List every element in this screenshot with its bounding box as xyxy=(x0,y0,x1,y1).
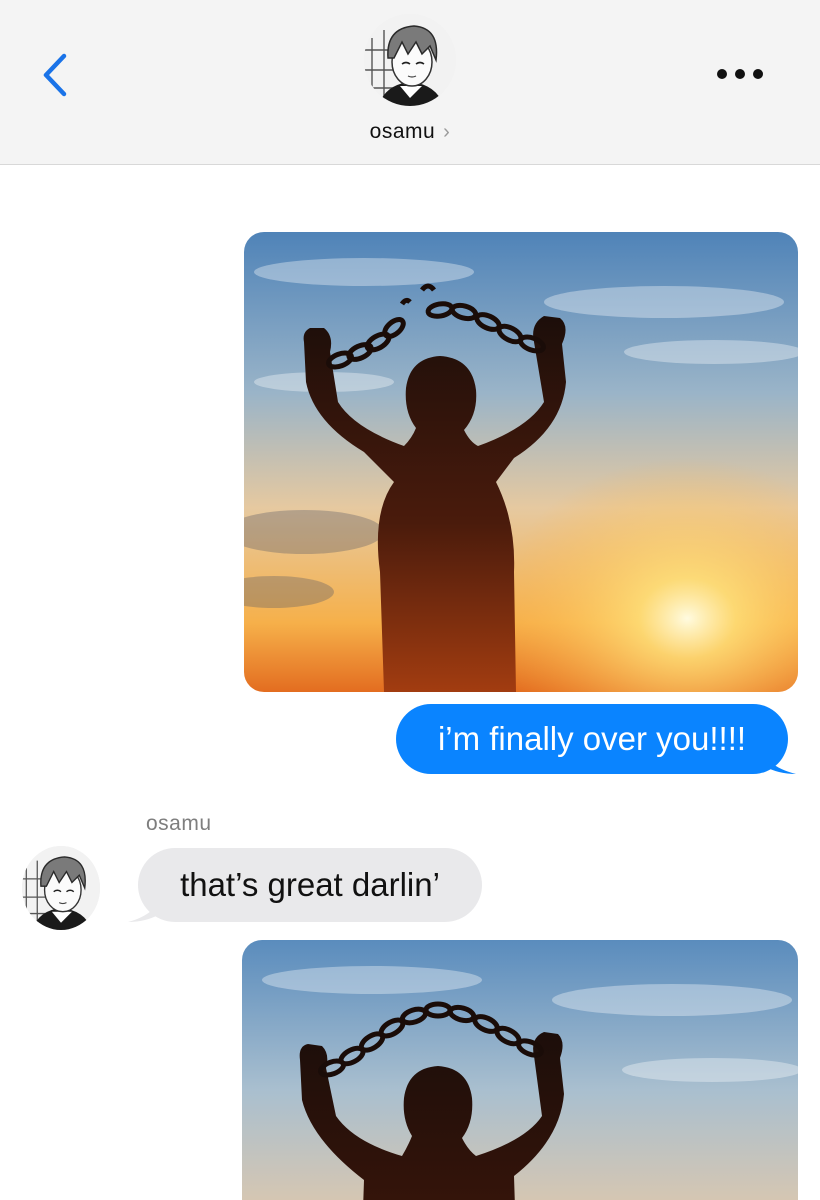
sender-name-label: osamu xyxy=(146,812,212,835)
contact-avatar[interactable] xyxy=(364,14,456,106)
chevron-right-icon: › xyxy=(443,121,451,143)
sent-photo-message[interactable] xyxy=(242,940,798,1200)
back-button[interactable] xyxy=(34,50,78,100)
contact-name-row[interactable]: osamu › xyxy=(0,120,820,144)
chevron-left-icon xyxy=(43,53,67,97)
sent-photo-message[interactable] xyxy=(244,232,798,692)
more-options-button[interactable] xyxy=(712,62,768,86)
received-bubble-text[interactable]: that’s great darlin’ xyxy=(138,848,482,922)
chains-silhouette-image xyxy=(242,940,798,1200)
broken-chains-silhouette-image xyxy=(244,232,798,692)
received-message[interactable]: that’s great darlin’ xyxy=(128,848,484,924)
avatar-illustration xyxy=(22,846,100,930)
conversation-header: osamu › xyxy=(0,0,820,165)
contact-name[interactable]: osamu xyxy=(370,120,436,143)
chat-screen: osamu › i’m finally over you!!!! osamu t… xyxy=(0,0,820,1200)
avatar-illustration xyxy=(364,14,456,106)
sent-bubble-text[interactable]: i’m finally over you!!!! xyxy=(396,704,788,774)
ellipsis-icon xyxy=(717,69,763,79)
sender-avatar[interactable] xyxy=(22,846,100,930)
sent-message[interactable]: i’m finally over you!!!! xyxy=(396,704,798,776)
